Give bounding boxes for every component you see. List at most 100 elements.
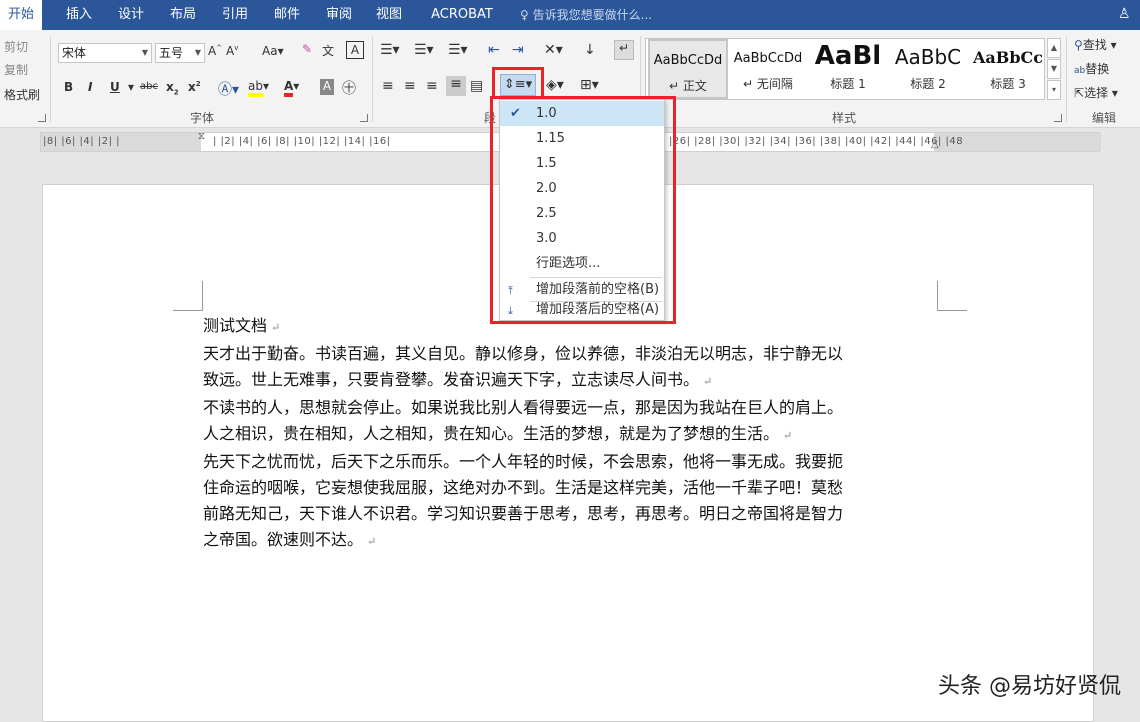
line-spacing-highlight <box>492 67 544 99</box>
document-line: 先天下之忧而忧，后天下之乐而乐。一个人年轻的时候，不会思索，他将一事无成。我要扼 <box>203 452 844 471</box>
document-line: 不读书的人，思想就会停止。如果说我比别人看得要远一点，那是因为我站在巨人的肩上。 <box>203 398 844 417</box>
tell-me-box[interactable]: ♀ 告诉我您想要做什么... <box>520 0 652 30</box>
styles-group-label: 样式 <box>832 111 857 125</box>
italic-icon[interactable]: I <box>88 80 92 94</box>
tab-view[interactable]: 视图 <box>372 0 406 30</box>
tab-references[interactable]: 引用 <box>218 0 252 30</box>
superscript-icon[interactable]: x2 <box>188 80 201 94</box>
justify-icon[interactable]: ≡ <box>446 76 466 96</box>
ruler-ticks-right: |26| |28| |30| |32| |34| |36| |38| |40| … <box>669 136 964 147</box>
indent-marker-icon[interactable]: ⧖ <box>198 131 205 142</box>
font-launcher-icon[interactable] <box>360 114 368 122</box>
lightbulb-icon: ♀ <box>520 8 529 22</box>
bold-icon[interactable]: B <box>64 80 73 94</box>
font-size-value: 五号 <box>159 46 184 60</box>
tab-design[interactable]: 设计 <box>114 0 148 30</box>
font-color-icon[interactable]: A▾ <box>284 79 299 97</box>
font-name-combo[interactable]: 宋体 ▼ <box>58 43 152 63</box>
shrink-font-icon[interactable]: Av <box>226 44 238 58</box>
chinese-layout-icon[interactable]: ✕▾ <box>544 42 563 58</box>
phonetic-guide-icon[interactable]: 文 <box>322 42 334 59</box>
style-heading-3[interactable]: AaBbCc 标题 3 <box>968 39 1048 99</box>
font-name-value: 宋体 <box>62 46 87 60</box>
gallery-more-icon[interactable]: ▾ <box>1047 80 1061 100</box>
style-sample: AaBbC <box>894 45 962 69</box>
watermark: 头条 @易坊好贤侃 <box>938 674 1121 699</box>
select-button[interactable]: ⇱选择 ▾ <box>1074 84 1118 101</box>
character-shading-icon[interactable]: A <box>320 79 334 95</box>
styles-launcher-icon[interactable] <box>1054 114 1062 122</box>
copy-button[interactable]: 复制 <box>4 61 28 78</box>
show-paragraph-marks-icon[interactable]: ↵ <box>614 40 634 60</box>
tab-review[interactable]: 审阅 <box>322 0 356 30</box>
strikethrough-icon[interactable]: abc <box>140 81 158 92</box>
style-normal[interactable]: AaBbCcDd ↵ 正文 <box>648 39 728 99</box>
document-line: 致远。世上无难事，只要肯登攀。发奋识遍天下字，立志读尽人间书。 ↵ <box>203 370 713 389</box>
subscript-icon[interactable]: x2 <box>166 80 179 96</box>
cursor-icon: ⇱ <box>1074 86 1085 100</box>
underline-icon[interactable]: U <box>110 80 120 94</box>
tab-mailings[interactable]: 邮件 <box>270 0 304 30</box>
text-effects-icon[interactable]: Ⓐ▾ <box>218 79 239 99</box>
styles-gallery: AaBbCcDd ↵ 正文 AaBbCcDd ↵ 无间隔 AaBl 标题 1 A… <box>645 38 1045 100</box>
document-body[interactable]: 测试文档 ↵ 天才出于勤奋。书读百遍，其义自见。静以修身，俭以养德，非淡泊无以明志… <box>203 313 943 555</box>
borders-icon[interactable]: ⊞▾ <box>580 77 599 93</box>
clipboard-launcher-icon[interactable] <box>38 114 46 122</box>
tab-insert[interactable]: 插入 <box>62 0 96 30</box>
style-heading-1[interactable]: AaBl 标题 1 <box>808 39 888 99</box>
cut-button[interactable]: 剪切 <box>4 38 28 55</box>
document-line: 之帝国。欲速则不达。 ↵ <box>203 530 377 549</box>
style-name: ↵ 正文 <box>669 79 707 93</box>
replace-button[interactable]: ab替换 <box>1074 60 1109 77</box>
right-indent-marker-icon[interactable]: △ <box>931 139 939 150</box>
divider <box>1066 36 1067 122</box>
chevron-down-icon: ▼ <box>141 48 148 57</box>
margin-corner-mark <box>173 281 203 311</box>
user-icon[interactable]: ♙ <box>1118 6 1134 24</box>
style-sample: AaBl <box>814 41 882 71</box>
editing-group-label: 编辑 <box>1092 111 1117 125</box>
find-button[interactable]: ⚲查找 ▾ <box>1074 36 1117 53</box>
style-no-spacing[interactable]: AaBbCcDd ↵ 无间隔 <box>728 39 808 99</box>
tell-me-text: 告诉我您想要做什么... <box>532 8 653 22</box>
bullets-icon[interactable]: ☰▾ <box>380 42 400 58</box>
document-line: 前路无知己，天下谁人不识君。学习知识要善于思考，思考，再思考。明日之帝国将是智力 <box>203 504 844 523</box>
multilevel-list-icon[interactable]: ☰▾ <box>448 42 468 58</box>
style-sample: AaBbCcDd <box>733 51 803 66</box>
tab-home[interactable]: 开始 <box>0 0 42 30</box>
tab-acrobat[interactable]: ACROBAT <box>424 0 500 30</box>
highlight-color-icon[interactable]: ab▾ <box>248 79 269 97</box>
align-left-icon[interactable]: ≡ <box>382 78 394 94</box>
character-border-icon[interactable]: A <box>346 41 364 59</box>
divider <box>50 36 51 122</box>
tab-layout[interactable]: 布局 <box>166 0 200 30</box>
change-case-button[interactable]: Aa▾ <box>262 44 284 58</box>
gallery-scroll-up-icon[interactable]: ▲ <box>1047 38 1061 58</box>
gallery-scroll-down-icon[interactable]: ▼ <box>1047 59 1061 79</box>
chevron-down-icon: ▼ <box>194 48 201 57</box>
chevron-down-icon[interactable]: ▾ <box>128 80 134 94</box>
shading-icon[interactable]: ◈▾ <box>546 77 564 93</box>
numbering-icon[interactable]: ☰▾ <box>414 42 434 58</box>
align-right-icon[interactable]: ≡ <box>426 78 438 94</box>
style-name: 标题 3 <box>990 77 1026 91</box>
clear-formatting-icon[interactable]: ✎ <box>302 42 312 56</box>
font-group-label: 字体 <box>190 111 215 125</box>
font-size-combo[interactable]: 五号 ▼ <box>155 43 205 63</box>
sort-icon[interactable]: ↓ <box>584 42 596 58</box>
grow-font-icon[interactable]: A^ <box>208 44 222 58</box>
decrease-indent-icon[interactable]: ⇤ <box>488 42 500 58</box>
increase-indent-icon[interactable]: ⇥ <box>512 42 524 58</box>
ruler-ticks-left: |8| |6| |4| |2| | <box>43 136 120 147</box>
document-line: 天才出于勤奋。书读百遍，其义自见。静以修身，俭以养德，非淡泊无以明志，非宁静无以 <box>203 344 844 363</box>
document-line: 人之相识，贵在相知，人之相知，贵在知心。生活的梦想，就是为了梦想的生活。 ↵ <box>203 424 793 443</box>
enclose-characters-icon[interactable]: ㊉ <box>342 78 356 98</box>
align-center-icon[interactable]: ≡ <box>404 78 416 94</box>
search-icon: ⚲ <box>1074 38 1083 52</box>
style-heading-2[interactable]: AaBbC 标题 2 <box>888 39 968 99</box>
style-sample: AaBbCcDd <box>653 53 723 68</box>
margin-corner-mark <box>937 281 967 311</box>
format-painter-button[interactable]: 格式刷 <box>4 86 40 103</box>
document-line: 住命运的咽喉，它妄想使我屈服，这绝对办不到。生活是这样完美，活他一千辈子吧！莫愁 <box>203 478 844 497</box>
distributed-icon[interactable]: ▤ <box>470 78 483 94</box>
